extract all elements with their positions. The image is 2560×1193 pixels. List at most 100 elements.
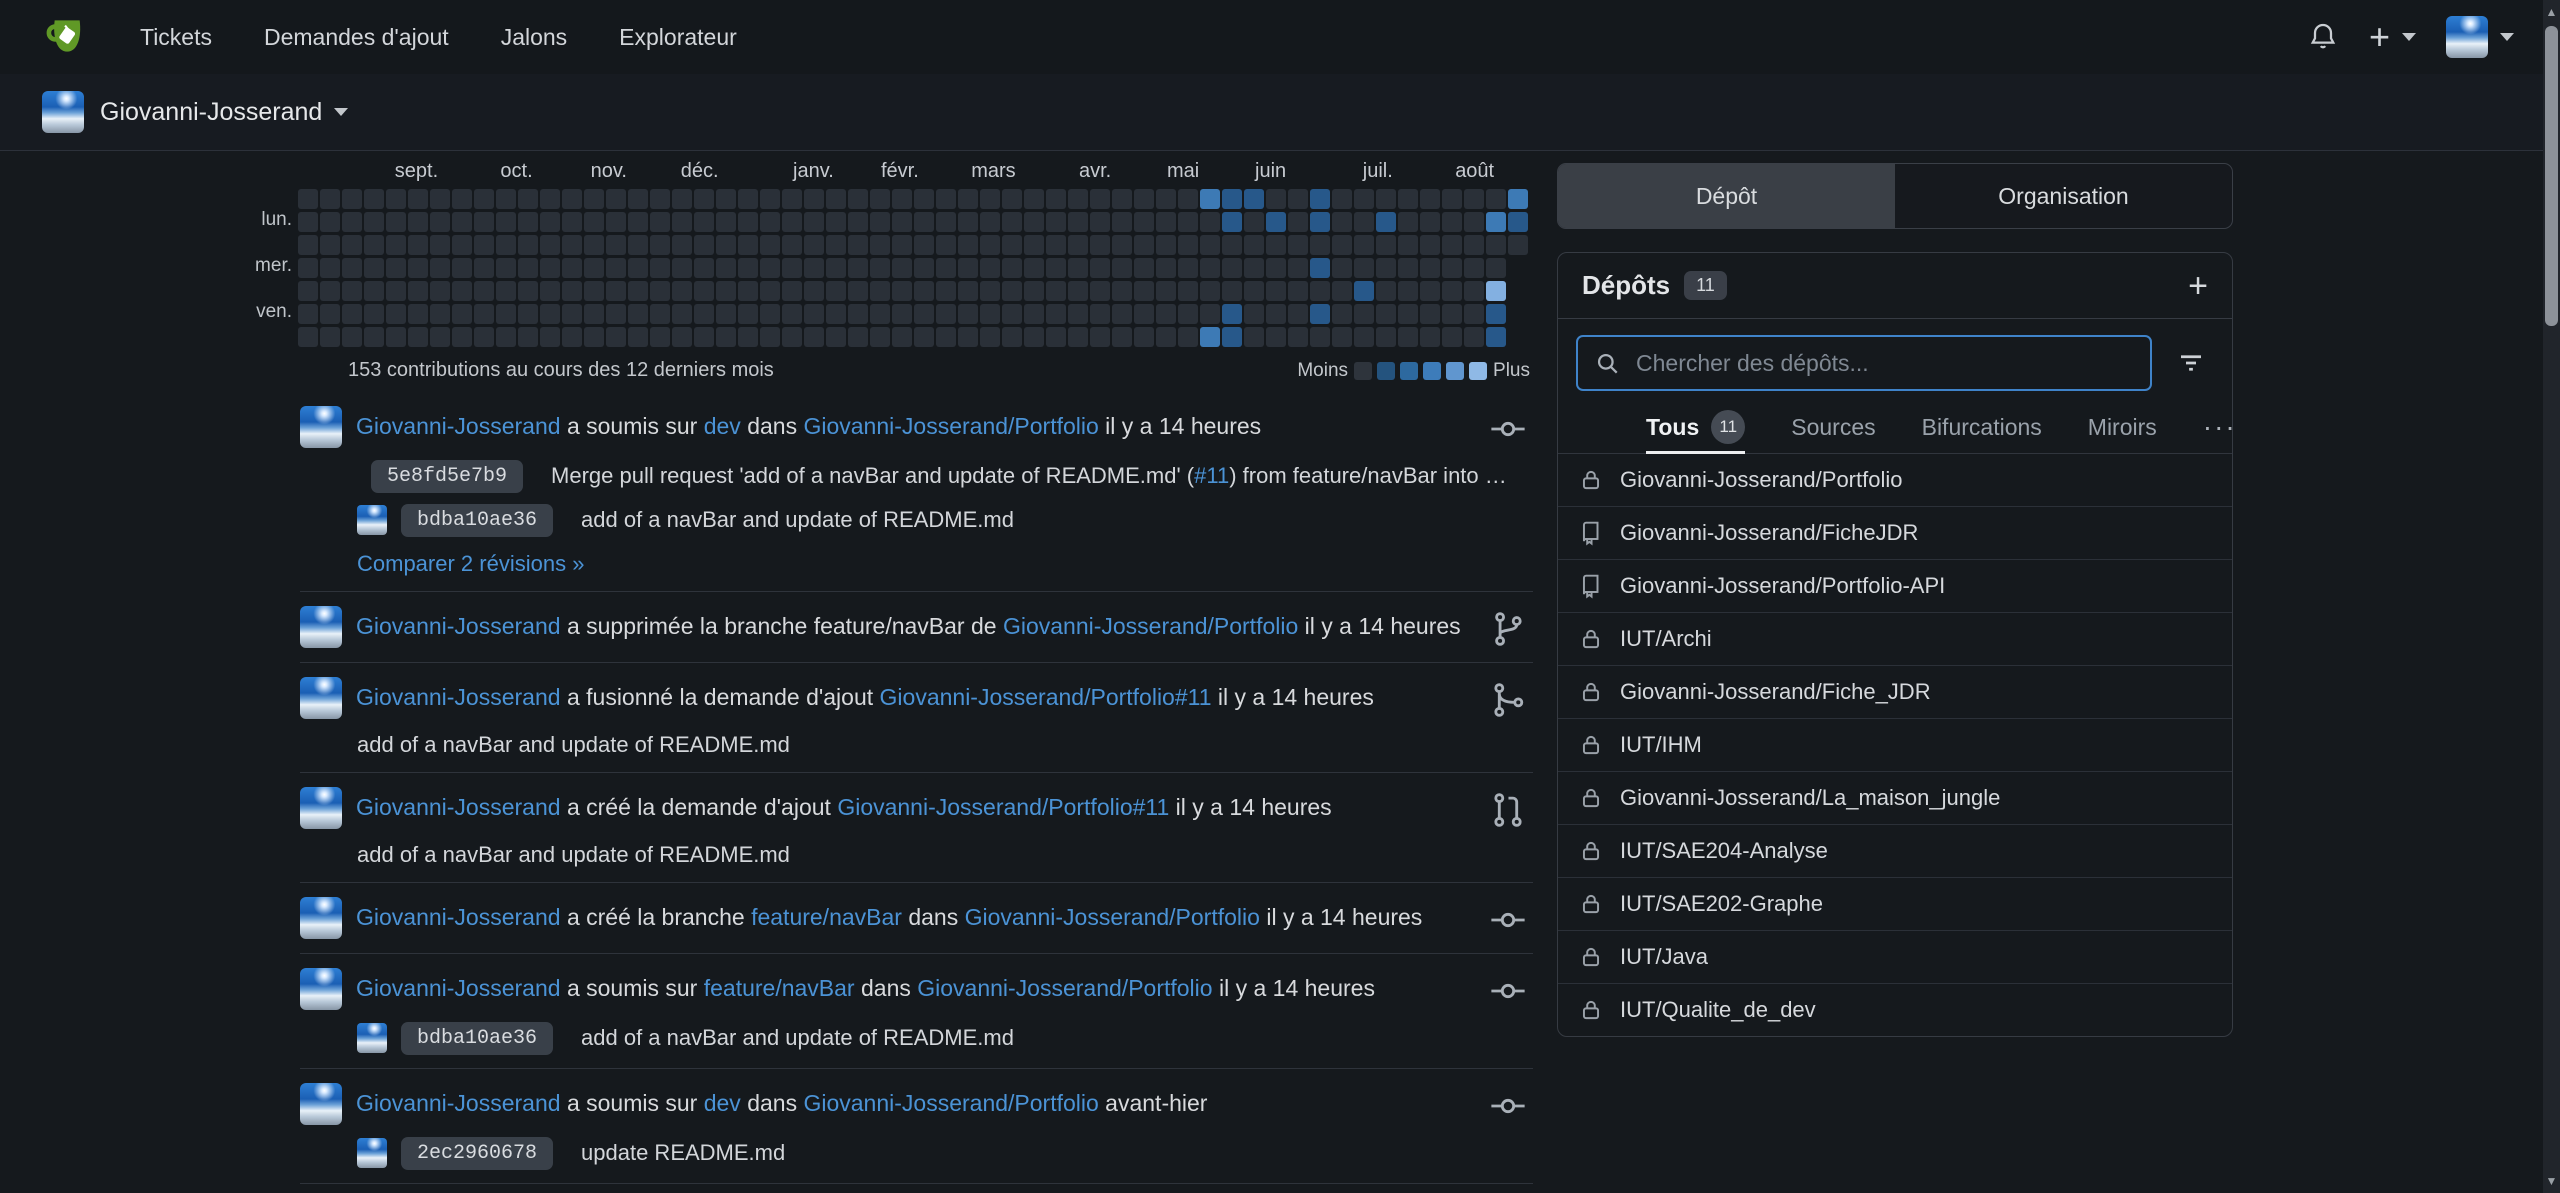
heatmap-cell[interactable] [1398,281,1418,301]
context-username[interactable]: Giovanni-Josserand [100,98,322,127]
heatmap-cell[interactable] [1442,212,1462,232]
heatmap-cell[interactable] [1024,212,1044,232]
heatmap-cell[interactable] [1442,304,1462,324]
heatmap-cell[interactable] [1266,304,1286,324]
heatmap-cell[interactable] [1068,212,1088,232]
heatmap-cell[interactable] [1332,327,1352,347]
heatmap-cell[interactable] [320,258,340,278]
heatmap-cell[interactable] [1420,304,1440,324]
heatmap-cell[interactable] [584,189,604,209]
heatmap-cell[interactable] [298,327,318,347]
heatmap-cell[interactable] [1420,212,1440,232]
heatmap-cell[interactable] [496,281,516,301]
heatmap-cell[interactable] [782,212,802,232]
heatmap-cell[interactable] [672,235,692,255]
heatmap-cell[interactable] [980,258,1000,278]
heatmap-cell[interactable] [1090,235,1110,255]
heatmap-cell[interactable] [1310,281,1330,301]
heatmap-cell[interactable] [760,258,780,278]
heatmap-cell[interactable] [320,281,340,301]
heatmap-cell[interactable] [1508,189,1528,209]
heatmap-cell[interactable] [540,281,560,301]
heatmap-cell[interactable] [826,189,846,209]
heatmap-cell[interactable] [1266,327,1286,347]
heatmap-cell[interactable] [1376,235,1396,255]
heatmap-cell[interactable] [518,304,538,324]
heatmap-cell[interactable] [408,189,428,209]
heatmap-cell[interactable] [936,189,956,209]
heatmap-cell[interactable] [1046,189,1066,209]
heatmap-cell[interactable] [496,235,516,255]
heatmap-cell[interactable] [430,327,450,347]
heatmap-cell[interactable] [628,212,648,232]
heatmap-cell[interactable] [892,212,912,232]
heatmap-cell[interactable] [1288,258,1308,278]
heatmap-cell[interactable] [1310,189,1330,209]
heatmap-cell[interactable] [1244,189,1264,209]
heatmap-cell[interactable] [1200,258,1220,278]
heatmap-cell[interactable] [1354,304,1374,324]
scrollbar-up-arrow-icon[interactable]: ▲ [2543,0,2560,24]
heatmap-cell[interactable] [408,327,428,347]
heatmap-cell[interactable] [1332,189,1352,209]
heatmap-cell[interactable] [848,212,868,232]
heatmap-cell[interactable] [1354,327,1374,347]
heatmap-cell[interactable] [870,212,890,232]
heatmap-cell[interactable] [1486,258,1506,278]
heatmap-cell[interactable] [606,212,626,232]
heatmap-cell[interactable] [1266,212,1286,232]
heatmap-cell[interactable] [1288,281,1308,301]
heatmap-cell[interactable] [1134,258,1154,278]
heatmap-cell[interactable] [518,327,538,347]
heatmap-cell[interactable] [1134,189,1154,209]
heatmap-cell[interactable] [474,235,494,255]
heatmap-cell[interactable] [1046,212,1066,232]
heatmap-cell[interactable] [650,189,670,209]
heatmap-cell[interactable] [848,258,868,278]
heatmap-cell[interactable] [342,189,362,209]
heatmap-cell[interactable] [936,327,956,347]
heatmap-cell[interactable] [782,281,802,301]
heatmap-cell[interactable] [1200,212,1220,232]
heatmap-cell[interactable] [1464,281,1484,301]
heatmap-cell[interactable] [386,189,406,209]
heatmap-cell[interactable] [1024,235,1044,255]
heatmap-cell[interactable] [1156,327,1176,347]
feed-link[interactable]: Giovanni-Josserand/Portfolio [965,904,1260,930]
heatmap-cell[interactable] [1112,235,1132,255]
heatmap-cell[interactable] [1156,212,1176,232]
heatmap-cell[interactable] [298,281,318,301]
heatmap-cell[interactable] [474,327,494,347]
heatmap-cell[interactable] [606,258,626,278]
repo-filter-tab-bifurcations[interactable]: Bifurcations [1922,401,2042,453]
heatmap-cell[interactable] [1156,304,1176,324]
heatmap-cell[interactable] [1508,212,1528,232]
heatmap-cell[interactable] [1486,281,1506,301]
repo-list-item[interactable]: Giovanni-Josserand/Portfolio [1558,454,2232,507]
feed-link[interactable]: Giovanni-Josserand/Portfolio [917,975,1212,1001]
heatmap-cell[interactable] [1486,189,1506,209]
feed-link[interactable]: Giovanni-Josserand/Portfolio [1003,613,1298,639]
create-new-dropdown[interactable]: + [2369,19,2416,55]
heatmap-cell[interactable] [1178,235,1198,255]
heatmap-cell[interactable] [1112,212,1132,232]
heatmap-cell[interactable] [650,235,670,255]
user-menu-dropdown[interactable] [2446,16,2514,58]
heatmap-cell[interactable] [628,327,648,347]
heatmap-cell[interactable] [1024,189,1044,209]
heatmap-cell[interactable] [1442,327,1462,347]
heatmap-cell[interactable] [540,235,560,255]
heatmap-cell[interactable] [364,258,384,278]
heatmap-cell[interactable] [584,304,604,324]
heatmap-cell[interactable] [1134,281,1154,301]
heatmap-cell[interactable] [364,235,384,255]
heatmap-cell[interactable] [1046,304,1066,324]
heatmap-cell[interactable] [1068,327,1088,347]
heatmap-cell[interactable] [804,235,824,255]
heatmap-cell[interactable] [694,189,714,209]
heatmap-cell[interactable] [1200,281,1220,301]
heatmap-cell[interactable] [1332,235,1352,255]
heatmap-cell[interactable] [1376,189,1396,209]
heatmap-cell[interactable] [1134,235,1154,255]
heatmap-cell[interactable] [1200,327,1220,347]
